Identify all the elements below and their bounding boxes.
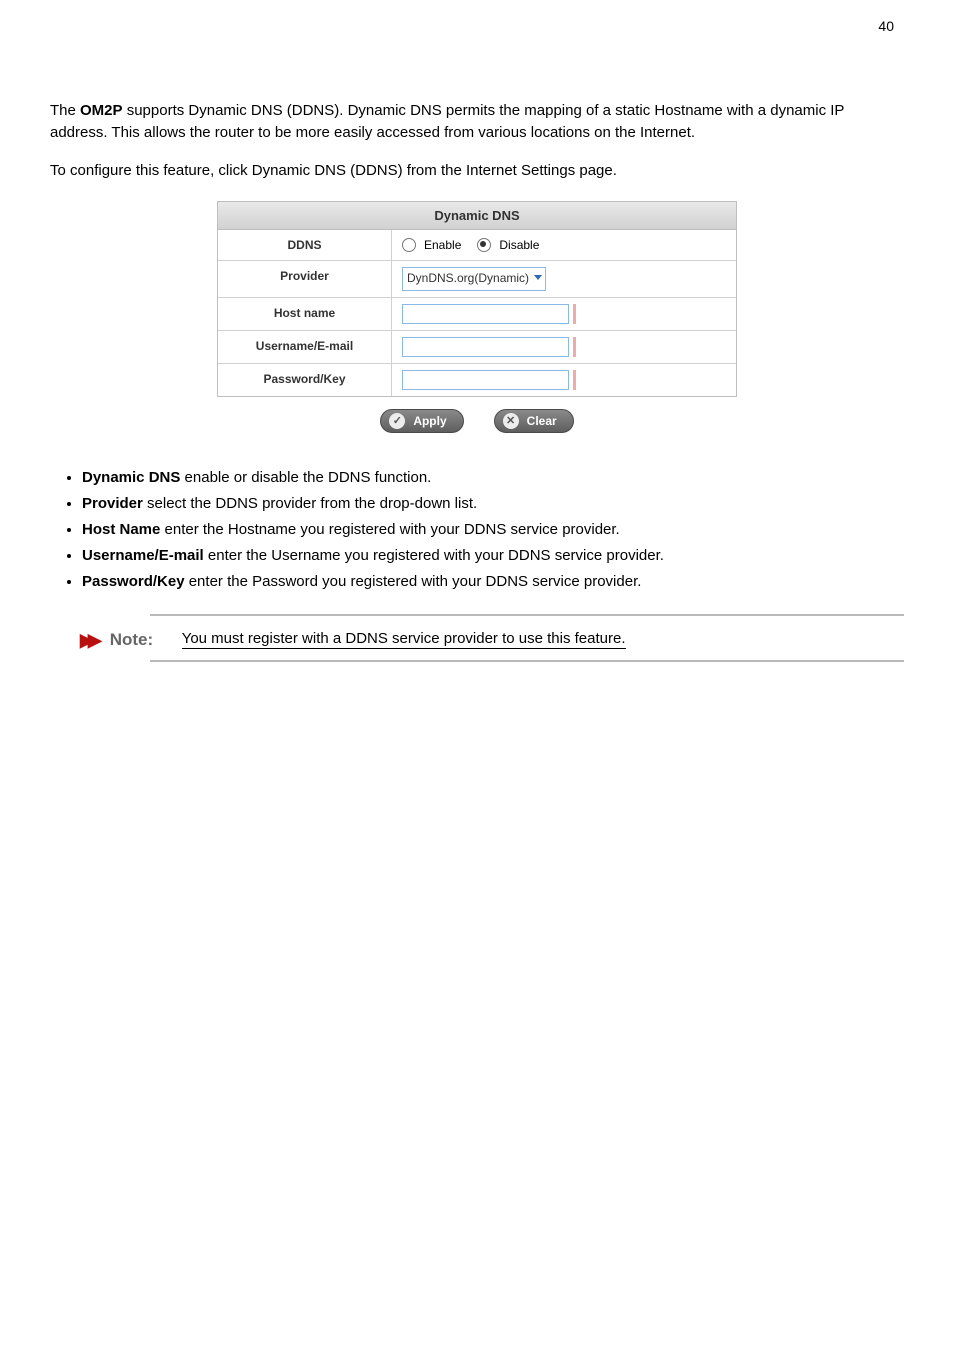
required-marker [573, 370, 576, 390]
label-username: Username/E-mail [218, 331, 392, 363]
row-ddns: DDNS Enable Disable [218, 230, 736, 261]
intro-brand: OM2P [80, 102, 123, 119]
apply-button[interactable]: ✓ Apply [380, 409, 463, 433]
clear-button[interactable]: ✕ Clear [494, 409, 574, 433]
row-username: Username/E-mail [218, 331, 736, 364]
radio-enable[interactable] [402, 238, 416, 252]
label-hostname: Host name [218, 298, 392, 330]
page-number: 40 [878, 18, 894, 34]
panel-header: Dynamic DNS [218, 202, 736, 230]
value-hostname [392, 298, 736, 330]
term-desc: enable or disable the DDNS function. [180, 469, 431, 486]
required-marker [573, 304, 576, 324]
required-marker [573, 337, 576, 357]
radio-disable-label: Disable [499, 238, 539, 252]
ddns-screenshot: Dynamic DNS DDNS Enable Disable Provider… [217, 201, 737, 441]
term-desc: enter the Username you registered with y… [204, 547, 664, 564]
row-hostname: Host name [218, 298, 736, 331]
close-icon: ✕ [503, 413, 519, 429]
term: Username/E-mail [82, 547, 204, 564]
list-item: Provider select the DDNS provider from t… [82, 492, 904, 516]
apply-label: Apply [413, 414, 446, 428]
value-username [392, 331, 736, 363]
intro-prefix: The [50, 102, 80, 119]
intro-paragraph: The OM2P supports Dynamic DNS (DDNS). Dy… [50, 100, 904, 144]
label-ddns: DDNS [218, 230, 392, 260]
term: Dynamic DNS [82, 469, 180, 486]
list-item: Password/Key enter the Password you regi… [82, 570, 904, 594]
value-password [392, 364, 736, 396]
hostname-input[interactable] [402, 304, 569, 324]
note-label: Note: [110, 630, 158, 650]
term-desc: enter the Hostname you registered with y… [160, 521, 619, 538]
note-row: ▶▶ Note: You must register with a DDNS s… [80, 630, 904, 650]
subintro: To configure this feature, click Dynamic… [50, 159, 904, 183]
list-item: Username/E-mail enter the Username you r… [82, 544, 904, 568]
term: Provider [82, 495, 143, 512]
radio-disable[interactable] [477, 238, 491, 252]
label-password: Password/Key [218, 364, 392, 396]
divider-bottom [150, 660, 904, 662]
provider-select[interactable]: DynDNS.org(Dynamic) [402, 267, 546, 291]
password-input[interactable] [402, 370, 569, 390]
ddns-panel: Dynamic DNS DDNS Enable Disable Provider… [217, 201, 737, 397]
note-text: You must register with a DDNS service pr… [182, 630, 626, 649]
term-desc: enter the Password you registered with y… [185, 573, 642, 590]
definitions-list: Dynamic DNS enable or disable the DDNS f… [50, 466, 904, 594]
row-password: Password/Key [218, 364, 736, 396]
username-input[interactable] [402, 337, 569, 357]
page: 40 The OM2P supports Dynamic DNS (DDNS).… [0, 0, 954, 1350]
button-row: ✓ Apply ✕ Clear [217, 409, 737, 441]
term: Password/Key [82, 573, 185, 590]
term-desc: select the DDNS provider from the drop-d… [143, 495, 477, 512]
check-icon: ✓ [389, 413, 405, 429]
value-provider: DynDNS.org(Dynamic) [392, 261, 736, 297]
value-ddns: Enable Disable [392, 230, 736, 260]
chevron-right-icon: ▶▶ [80, 631, 96, 649]
divider-top [150, 614, 904, 616]
clear-label: Clear [527, 414, 557, 428]
radio-enable-label: Enable [424, 238, 461, 252]
term: Host Name [82, 521, 160, 538]
list-item: Host Name enter the Hostname you registe… [82, 518, 904, 542]
list-item: Dynamic DNS enable or disable the DDNS f… [82, 466, 904, 490]
row-provider: Provider DynDNS.org(Dynamic) [218, 261, 736, 298]
label-provider: Provider [218, 261, 392, 297]
intro-suffix: supports Dynamic DNS (DDNS). Dynamic DNS… [50, 102, 844, 141]
